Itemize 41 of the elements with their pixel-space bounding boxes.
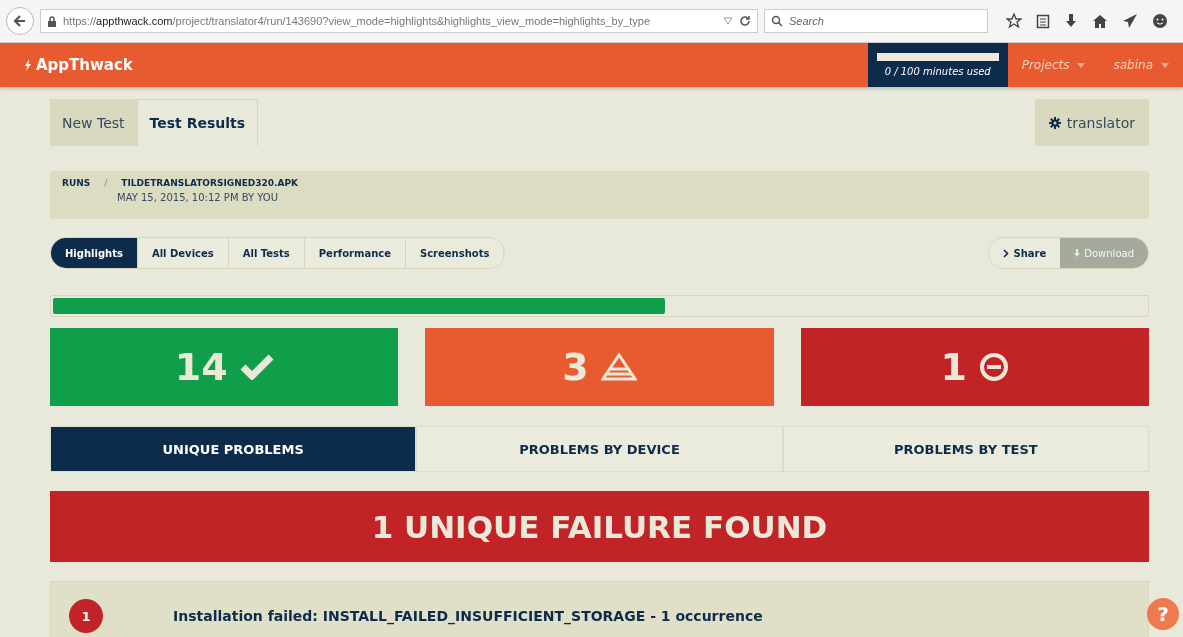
usage-text: 0 / 100 minutes used bbox=[884, 66, 991, 77]
caret-icon bbox=[1161, 62, 1169, 68]
caret-icon bbox=[1077, 62, 1086, 68]
smiley-icon[interactable] bbox=[1152, 13, 1168, 29]
app-logo[interactable]: AppThwack bbox=[0, 56, 868, 74]
checkmark-icon bbox=[239, 354, 274, 380]
chevron-icon bbox=[1003, 248, 1010, 258]
warning-pyramid-icon bbox=[600, 353, 637, 381]
result-card[interactable]: 1 bbox=[800, 328, 1149, 406]
url-text: https://appthwack.com/project/translator4/run/143690?view_mode=highlights&highlights_view_mode=highlights_by_type bbox=[63, 15, 652, 27]
problem-card[interactable]: 1 Installation failed: INSTALL_FAILED_INSUFFICIENT_STORAGE - 1 occurrence bbox=[50, 581, 1149, 637]
file-name: TILDETRANSLATORSIGNED320.APK bbox=[121, 178, 299, 188]
home-icon[interactable] bbox=[1092, 13, 1108, 29]
banner-text: 1 UNIQUE FAILURE FOUND bbox=[371, 508, 828, 545]
search-icon bbox=[771, 15, 783, 27]
problem-number: 1 bbox=[69, 599, 103, 633]
page-tab[interactable]: Test Results bbox=[136, 99, 259, 146]
gear-icon bbox=[1048, 116, 1061, 129]
back-arrow-icon bbox=[13, 14, 27, 28]
run-date: MAY 15, 2015, 10:12 PM BY YOU bbox=[117, 192, 280, 203]
star-icon[interactable] bbox=[1006, 13, 1022, 29]
minus-circle-icon bbox=[979, 352, 1010, 382]
search-field[interactable]: Search bbox=[764, 9, 988, 33]
lock-icon bbox=[47, 15, 57, 27]
problem-tab[interactable]: PROBLEMS BY DEVICE bbox=[416, 426, 783, 472]
problem-title: Installation failed: INSTALL_FAILED_INSUFFICIENT_STORAGE - 1 occurrence bbox=[173, 608, 763, 624]
page-tab[interactable]: New Test bbox=[50, 99, 137, 146]
address-bar[interactable]: https://appthwack.com/project/translator4/run/143690?view_mode=highlights&highlights_view_mode=highlights_by_type bbox=[40, 9, 758, 33]
clipboard-icon[interactable] bbox=[1036, 13, 1050, 29]
problem-tab[interactable]: PROBLEMS BY TEST bbox=[782, 426, 1149, 472]
reload-icon[interactable] bbox=[739, 15, 751, 27]
breadcrumb-separator: / bbox=[104, 178, 108, 188]
view-tab[interactable]: Highlights bbox=[51, 238, 138, 268]
lightning-icon bbox=[24, 59, 31, 71]
paper-plane-icon[interactable] bbox=[1122, 13, 1138, 29]
download-icon bbox=[1074, 249, 1081, 257]
back-button[interactable] bbox=[6, 7, 34, 35]
problem-tab[interactable]: UNIQUE PROBLEMS bbox=[50, 426, 417, 472]
project-button[interactable]: translator bbox=[1034, 99, 1149, 146]
download-icon[interactable] bbox=[1064, 13, 1078, 29]
runs-link[interactable]: RUNS bbox=[62, 178, 91, 188]
